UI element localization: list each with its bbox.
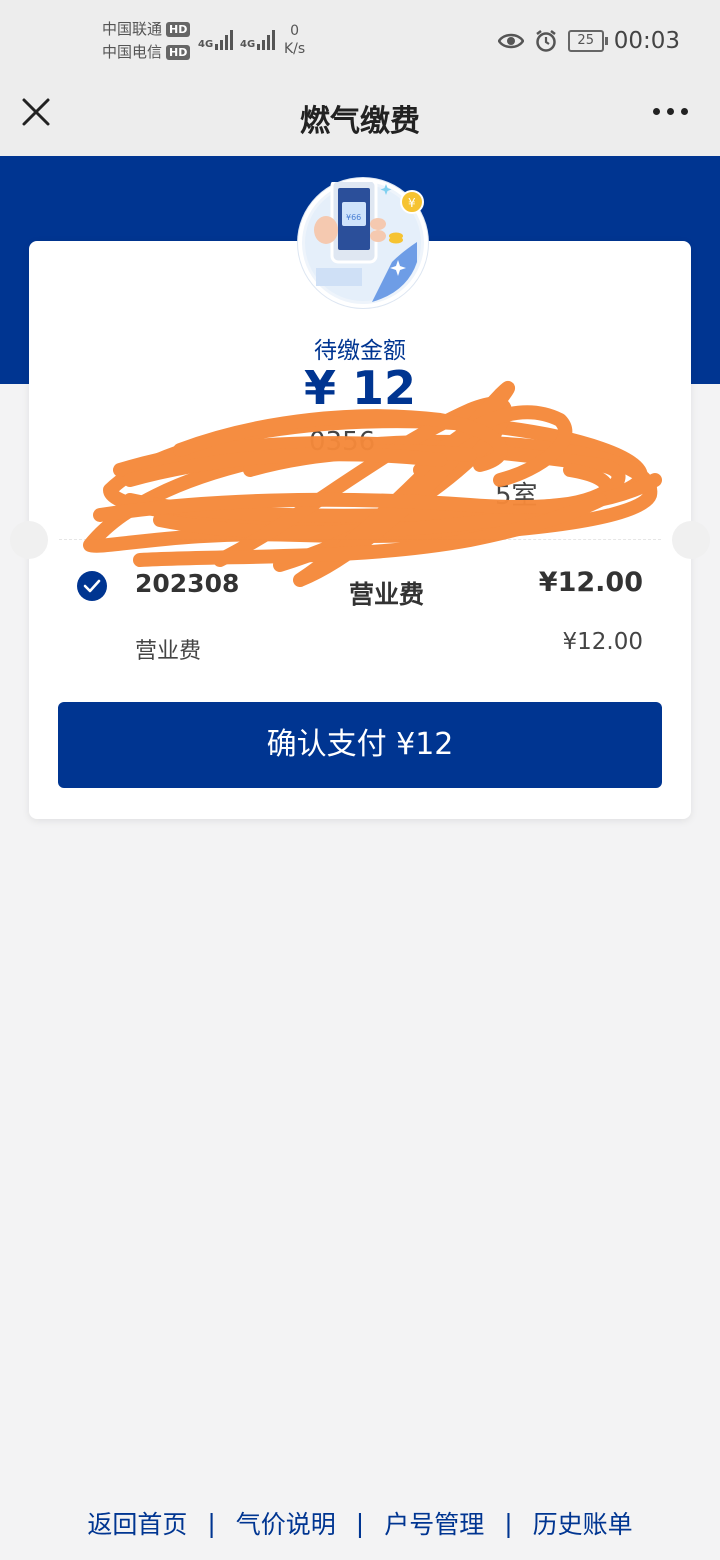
net-type-label: 4G [198,39,214,50]
payment-illustration: ¥66 ¥ [298,178,428,308]
amount-label: 待缴金额 [314,338,406,364]
detail-amount: ¥12.00 [562,629,643,655]
carrier-2: 中国电信 [102,43,163,61]
signal-icon: 4G [198,28,234,50]
fee-type: 营业费 [349,580,425,609]
fee-amount: ¥12.00 [538,567,643,598]
svg-text:¥66: ¥66 [346,213,361,222]
eye-icon [497,33,524,49]
amount-due: ¥ 12 [303,361,417,415]
status-bar: 中国联通 HD 中国电信 HD 4G 4G 0 K/s 25 00:03 [0,0,720,86]
carrier-info: 中国联通 HD 中国电信 HD [102,18,191,64]
separator: | [355,1508,365,1538]
svg-text:¥: ¥ [408,196,416,210]
more-options-button[interactable] [653,108,688,115]
bill-card: 待缴金额 ¥ 12 0356 5室 202308 营业费 ¥12.00 营业费 … [29,241,691,819]
nav-bar: 燃气缴费 [0,86,720,156]
card-notch [10,521,48,559]
hd-badge: HD [166,22,191,37]
more-dot-icon [667,108,674,115]
detail-name: 营业费 [135,639,202,664]
bill-detail-row: 营业费 ¥12.00 [29,629,691,664]
speed-value: 0 [290,23,300,39]
battery-icon: 25 [567,30,608,52]
network-speed: 0 K/s [284,22,305,58]
account-number: 0356 [309,427,376,457]
speed-unit: K/s [284,41,306,57]
link-bill-history[interactable]: 历史账单 [533,1505,633,1541]
check-icon [83,579,101,593]
divider [59,539,661,540]
more-dot-icon [681,108,688,115]
hd-badge: HD [166,45,191,60]
separator: | [504,1508,513,1538]
card-notch [672,521,710,559]
more-dot-icon [653,108,660,115]
footer-links: 返回首页 | 气价说明 | 户号管理 | 历史账单 [0,1505,720,1541]
checkbox-checked[interactable] [77,571,107,601]
page-title: 燃气缴费 [300,104,420,139]
net-type-label: 4G [240,39,256,50]
status-icons: 25 00:03 [497,28,680,54]
signal-icon: 4G [240,28,276,50]
link-home[interactable]: 返回首页 [87,1505,187,1541]
address: 5室 [495,481,538,511]
alarm-icon [535,30,556,52]
clock: 00:03 [613,28,680,54]
link-account-management[interactable]: 户号管理 [384,1505,484,1541]
confirm-pay-button[interactable]: 确认支付 ¥12 [58,702,662,788]
phone-payment-icon: ¥66 ¥ [305,182,424,302]
carrier-1: 中国联通 [102,20,163,38]
link-gas-price[interactable]: 气价说明 [236,1505,336,1541]
bill-period: 202308 [135,569,240,598]
bill-item-row[interactable]: 202308 营业费 ¥12.00 [29,567,691,609]
separator: | [207,1508,216,1538]
